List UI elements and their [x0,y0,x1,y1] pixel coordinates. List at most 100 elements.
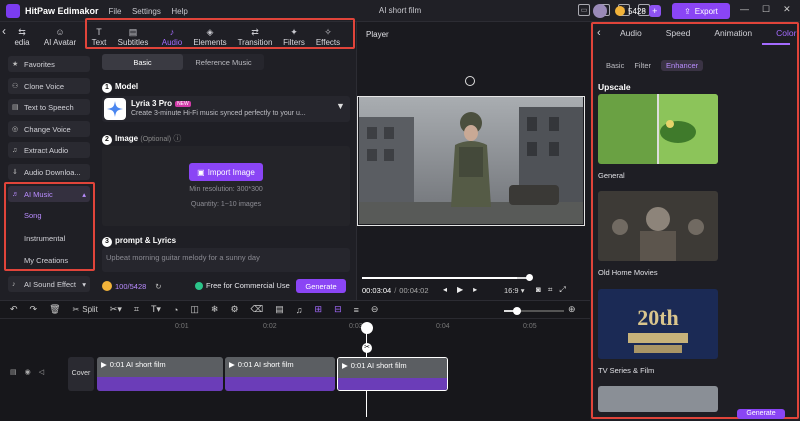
nav-instrumental[interactable]: Instrumental [24,234,65,243]
audio-tool-icon[interactable]: ♫ [296,305,303,315]
mask-icon[interactable]: ◫ [190,304,199,315]
link-icon[interactable]: ⊟ [334,304,342,315]
nav-label: Text to Speech [24,102,74,112]
prev-frame-icon[interactable]: ◂ [443,285,447,294]
subtab-filter[interactable]: Filter [634,61,651,71]
tab-ai-avatar[interactable]: ☺ AI Avatar [36,22,84,50]
tab-color[interactable]: Color [776,28,796,38]
refresh-icon[interactable]: ↻ [155,282,161,291]
track-icon[interactable]: ▤ [10,368,17,376]
back-icon[interactable]: ‹ [0,22,8,50]
clip-3[interactable]: ▶ 0:01 AI short film [337,357,448,391]
clip-2[interactable]: ▶ 0:01 AI short film [225,357,335,391]
tts-tool-icon[interactable]: ▤ [275,304,284,315]
nav-change-voice[interactable]: ◎ Change Voice [8,121,90,137]
zoom-handle[interactable] [513,307,521,315]
aspect-ratio[interactable]: 16:9 ▾ [504,286,524,295]
selection-frame[interactable] [357,96,585,226]
eye-icon[interactable]: ◉ [25,368,31,376]
adjust-icon[interactable]: ⚙ [230,304,238,315]
nav-audio-download[interactable]: ⇓ Audio Downloa... [8,164,90,180]
tab-effects[interactable]: ✧ Effects [310,22,346,50]
monitor-icon[interactable]: ▭ [578,4,590,16]
right-tabs: Audio Speed Animation Color [620,28,796,38]
rotate-icon[interactable] [465,76,475,86]
tab-label: Effects [315,38,341,47]
dropdown-icon[interactable]: ▼ [336,101,345,111]
nav-ai-music[interactable]: ♬ AI Music ▴ [8,186,90,202]
import-label: Import Image [207,167,255,177]
nav-favorites[interactable]: ★ Favorites [8,56,90,72]
new-badge: NEW [175,100,191,107]
play-icon[interactable]: ▶ [457,285,463,294]
tab-audio-right[interactable]: Audio [620,28,642,38]
nav-clone-voice[interactable]: ⚇ Clone Voice [8,78,90,94]
nav-song[interactable]: Song [24,211,42,220]
fullscreen-icon[interactable]: ⤢ [559,285,565,295]
thumb-general[interactable] [598,94,718,164]
zoom-out-icon[interactable]: ⊖ [371,304,379,315]
mute-icon[interactable]: ◁ [39,368,44,376]
zoom-in-icon[interactable]: ⊕ [568,304,576,315]
export-button[interactable]: ⇪ Export [672,3,730,19]
tab-text[interactable]: T Text [88,22,110,50]
scissors-marker-icon[interactable]: ✂ [362,343,372,353]
tab-animation[interactable]: Animation [714,28,752,38]
tab-reference-music[interactable]: Reference Music [183,54,264,70]
redo-icon[interactable]: ↷ [30,304,38,315]
tab-subtitles[interactable]: ▤ Subtitles [110,22,156,50]
nav-ai-sound-effect[interactable]: ♪ AI Sound Effect ▾ [8,276,90,292]
close-icon[interactable]: ✕ [783,4,791,15]
player-progress-track[interactable] [362,277,530,279]
crop-tool-icon[interactable]: ⌗ [134,304,139,315]
undo-icon[interactable]: ↶ [10,304,18,315]
subtab-enhancer[interactable]: Enhancer [661,60,704,71]
menu-settings[interactable]: Settings [132,7,161,16]
snapshot-icon[interactable]: ◙ [536,285,541,295]
playhead-handle[interactable] [361,322,373,334]
thumb-tv-series-film[interactable]: 20th [598,289,718,359]
avatar[interactable] [593,4,607,18]
delete-icon[interactable]: 🗑 [49,304,60,315]
maximize-icon[interactable]: ☐ [762,4,770,15]
minimize-icon[interactable]: — [740,4,749,15]
tab-basic[interactable]: Basic [102,54,183,70]
add-credits-button[interactable]: + [648,5,661,17]
track-icon[interactable]: ≡ [354,305,359,315]
tab-filters[interactable]: ✦ Filters [278,22,310,50]
thumb-old-home-movies[interactable] [598,191,718,261]
tab-elements[interactable]: ◈ Elements [188,22,232,50]
freeze-icon[interactable]: ❄ [211,304,219,315]
clip-1[interactable]: ▶ 0:01 AI short film [97,357,223,391]
speed-icon[interactable]: ◔ [173,305,178,315]
next-frame-icon[interactable]: ▸ [473,285,477,294]
generate-button[interactable]: Generate [296,279,346,293]
crop-icon[interactable]: ⌗ [548,285,553,295]
cut-menu-icon[interactable]: ✂▾ [110,304,122,315]
nav-extract-audio[interactable]: ♫ Extract Audio [8,142,90,158]
text-tool-icon[interactable]: T▾ [151,304,161,315]
subtab-basic[interactable]: Basic [606,61,624,71]
app-name: HitPaw Edimakor [25,5,99,16]
divider [0,318,590,319]
eraser-icon[interactable]: ⌫ [251,304,264,315]
snap-icon[interactable]: ⊞ [315,304,323,315]
tab-speed[interactable]: Speed [666,28,691,38]
menu-help[interactable]: Help [171,7,187,16]
cover-button[interactable]: Cover [68,357,94,391]
nav-text-to-speech[interactable]: ▤ Text to Speech [8,99,90,115]
info-icon[interactable]: ⓘ [173,134,181,143]
progress-handle[interactable] [526,274,533,281]
split-tool[interactable]: ✂ Split [73,305,98,314]
prompt-input[interactable]: Upbeat morning guitar melody for a sunny… [102,248,350,272]
star-icon: ★ [12,61,19,68]
thumb-next[interactable] [598,386,718,412]
menu-file[interactable]: File [109,7,122,16]
tab-transition[interactable]: ⇄ Transition [232,22,278,50]
back-icon[interactable]: ‹ [597,27,601,39]
right-generate-button[interactable]: Generate [737,409,785,419]
tab-audio[interactable]: ♪ Audio [156,22,188,50]
import-image-button[interactable]: ▣ Import Image [189,163,263,181]
nav-my-creations[interactable]: My Creations [24,256,68,265]
tab-media[interactable]: ⇆ edia [8,22,36,50]
